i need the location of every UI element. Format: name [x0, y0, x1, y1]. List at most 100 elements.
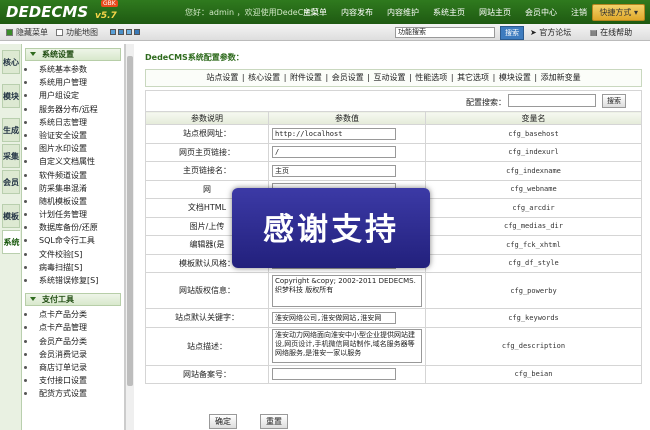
sidebar-item[interactable]: 配货方式设置: [22, 387, 124, 400]
table-row: 网站版权信息： Copyright &copy; 2002-2011 DEDEC…: [145, 272, 642, 309]
map-icon: [56, 29, 63, 36]
nav-site-home[interactable]: 网站主页: [472, 7, 518, 18]
sidebar-item[interactable]: 验证安全设置: [22, 129, 124, 142]
function-search-input[interactable]: 功能搜索: [395, 27, 495, 38]
sidebar-item[interactable]: 支付接口设置: [22, 374, 124, 387]
vtab-template[interactable]: 模板: [2, 204, 20, 228]
function-map-label: 功能地图: [66, 28, 98, 37]
sidebar-item[interactable]: 系统用户管理: [22, 76, 124, 89]
sidebar-item[interactable]: 随机模板设置: [22, 195, 124, 208]
vtab-generate[interactable]: 生成: [2, 118, 20, 142]
tab-module[interactable]: 模块设置: [498, 73, 532, 82]
tab-attachment[interactable]: 附件设置: [289, 73, 323, 82]
tab-member[interactable]: 会员设置: [331, 73, 365, 82]
section-system-settings[interactable]: 系统设置: [25, 48, 121, 61]
param-label: 主页链接名：: [145, 161, 269, 181]
param-var: cfg_description: [425, 326, 642, 366]
sidebar-item[interactable]: SQL命令行工具: [22, 234, 124, 247]
function-map-link[interactable]: 功能地图: [56, 27, 98, 38]
tab-performance[interactable]: 性能选项: [414, 73, 448, 82]
reset-button[interactable]: 重置: [260, 414, 288, 429]
version-badge: GBK: [101, 0, 118, 7]
sidebar-item[interactable]: 会员消费记录: [22, 348, 124, 361]
nav-main-menu[interactable]: 主菜单: [296, 7, 334, 18]
param-var: cfg_indexurl: [425, 142, 642, 162]
sidebar-item[interactable]: 系统错误修复[S]: [22, 274, 124, 287]
skin-sky-icon[interactable]: [126, 29, 132, 35]
table-row: 站点默认关键字： 淮安网络公司,淮安做网站,淮安网 cfg_keywords: [145, 308, 642, 328]
table-row: 站点根网址： http://localhost cfg_basehost: [145, 124, 642, 144]
quick-menu-button[interactable]: 快捷方式 ▾: [592, 4, 645, 21]
hide-menu-icon: [6, 29, 13, 36]
sidebar-item[interactable]: 病毒扫描[S]: [22, 261, 124, 274]
sidebar-item[interactable]: 点卡产品管理: [22, 321, 124, 334]
param-var: cfg_basehost: [425, 124, 642, 144]
sidebar-item[interactable]: 数据库备份/还原: [22, 221, 124, 234]
sidebar-item[interactable]: 商店订单记录: [22, 361, 124, 374]
skin-teal-icon[interactable]: [118, 29, 124, 35]
sidebar-item[interactable]: 服务器分布/远程: [22, 103, 124, 116]
sidebar-item[interactable]: 用户组设定: [22, 89, 124, 102]
sidebar-item[interactable]: 软件频道设置: [22, 169, 124, 182]
vtab-member[interactable]: 会员: [2, 170, 20, 194]
config-search-input[interactable]: [508, 94, 596, 107]
function-search-button[interactable]: 搜索: [500, 26, 524, 40]
tab-add-variable[interactable]: 添加新变量: [540, 73, 582, 82]
confirm-button[interactable]: 确定: [209, 414, 237, 429]
sidebar-scrollbar[interactable]: [125, 44, 134, 430]
sidebar-item[interactable]: 计划任务管理: [22, 208, 124, 221]
param-label: 网站备案号：: [145, 364, 269, 384]
param-input[interactable]: 淮安网络公司,淮安做网站,淮安网: [272, 311, 396, 324]
sidebar-item[interactable]: 防采集串混淆: [22, 182, 124, 195]
nav-content-publish[interactable]: 内容发布: [334, 7, 380, 18]
vtab-module[interactable]: 模块: [2, 84, 20, 108]
col-header: 参数值: [268, 111, 426, 125]
param-input[interactable]: http://localhost: [272, 127, 396, 140]
param-input[interactable]: [272, 368, 396, 381]
col-header: 参数说明: [145, 111, 269, 125]
nav-system-home[interactable]: 系统主页: [426, 7, 472, 18]
version-label: v5.7: [95, 11, 117, 21]
vtab-core[interactable]: 核心: [2, 50, 20, 74]
nav-member-center[interactable]: 会员中心: [518, 7, 564, 18]
param-textarea[interactable]: 淮安动力网络面向淮安中小型企业提供网站建设,网页设计,手机微信网站制作,域名服务…: [272, 329, 422, 363]
sidebar-item[interactable]: 自定义文档属性: [22, 155, 124, 168]
table-row: 主页链接名： 主页 cfg_indexname: [145, 161, 642, 181]
param-var: cfg_webname: [425, 179, 642, 199]
hide-menu-label: 隐藏菜单: [16, 28, 48, 37]
tab-interaction[interactable]: 互动设置: [373, 73, 407, 82]
vtab-collect[interactable]: 采集: [2, 144, 20, 168]
logo: DEDECMS: [6, 3, 89, 21]
sidebar-item[interactable]: 文件校验[S]: [22, 248, 124, 261]
config-search-button[interactable]: 搜索: [602, 94, 626, 108]
config-search-row: 配置搜索： 搜索: [145, 90, 642, 111]
nav-content-maintain[interactable]: 内容维护: [380, 7, 426, 18]
tab-core[interactable]: 核心设置: [247, 73, 281, 82]
tab-site[interactable]: 站点设置: [205, 73, 239, 82]
param-input[interactable]: 主页: [272, 164, 396, 177]
param-var: cfg_df_style: [425, 253, 642, 273]
section-payment-tools[interactable]: 支付工具: [25, 293, 121, 307]
nav-logout[interactable]: 注销: [564, 7, 594, 18]
param-textarea[interactable]: Copyright &copy; 2002-2011 DEDECMS. 织梦科技…: [272, 274, 422, 307]
sub-bar: 隐藏菜单 功能地图 功能搜索 搜索 ➤ 官方论坛 ▤ 在线帮助: [0, 24, 650, 41]
scrollbar-thumb[interactable]: [127, 56, 133, 386]
config-search-label: 配置搜索：: [466, 98, 506, 107]
hide-menu-toggle[interactable]: 隐藏菜单: [6, 27, 48, 38]
online-help-link[interactable]: ▤ 在线帮助: [590, 27, 632, 38]
sidebar-item[interactable]: 图片水印设置: [22, 142, 124, 155]
table-row: 网页主页链接： / cfg_indexurl: [145, 142, 642, 162]
skin-navy-icon[interactable]: [134, 29, 140, 35]
sidebar-item[interactable]: 系统日志管理: [22, 116, 124, 129]
skin-blue-icon[interactable]: [110, 29, 116, 35]
sidebar-item[interactable]: 系统基本参数: [22, 63, 124, 76]
sidebar-item[interactable]: 会员产品分类: [22, 335, 124, 348]
param-input[interactable]: /: [272, 146, 396, 159]
tab-other[interactable]: 其它选项: [456, 73, 490, 82]
sidebar-item[interactable]: 点卡产品分类: [22, 308, 124, 321]
official-forum-link[interactable]: ➤ 官方论坛: [530, 27, 571, 38]
vtab-system[interactable]: 系统: [2, 230, 20, 254]
table-header: 参数说明 参数值 变量名: [145, 111, 642, 125]
sidebar: 系统设置 系统基本参数 系统用户管理 用户组设定 服务器分布/远程 系统日志管理…: [22, 44, 125, 430]
table-row: 站点描述： 淮安动力网络面向淮安中小型企业提供网站建设,网页设计,手机微信网站制…: [145, 326, 642, 366]
